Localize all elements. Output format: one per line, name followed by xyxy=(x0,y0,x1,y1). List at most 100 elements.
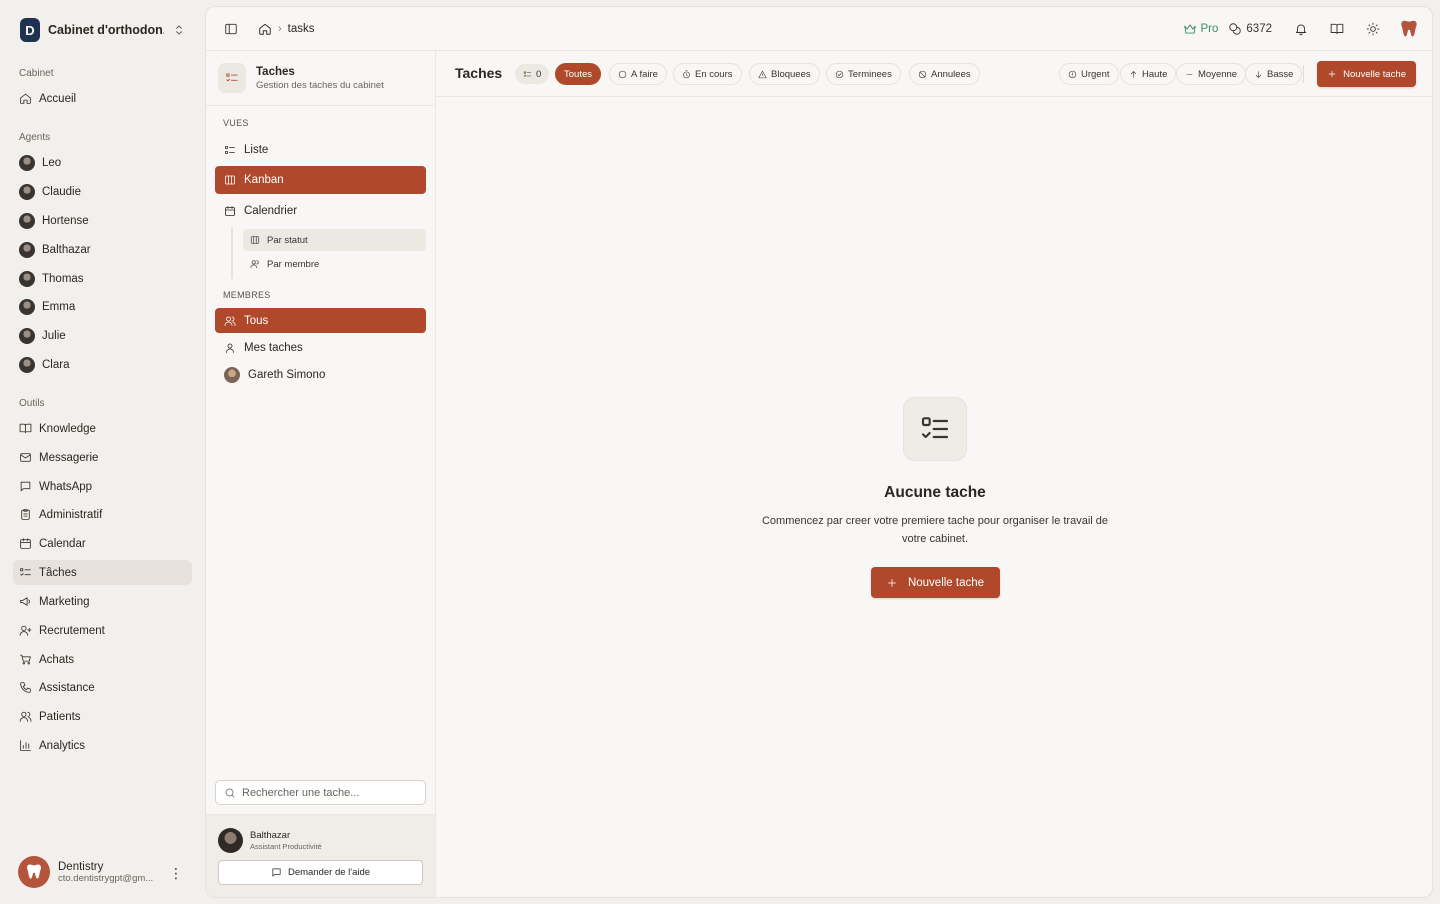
agent-item-julie[interactable]: Julie xyxy=(13,323,192,348)
ask-help-button[interactable]: Demander de l'aide xyxy=(218,860,423,885)
view-label: Kanban xyxy=(244,174,284,186)
list-icon xyxy=(225,146,235,154)
nav-item-calendar[interactable]: Calendar xyxy=(13,531,192,556)
more-vertical-icon[interactable]: ⋮ xyxy=(169,865,183,882)
nav-item-whatsapp[interactable]: WhatsApp xyxy=(13,474,192,499)
arrow-up-icon xyxy=(1130,70,1137,78)
filter-label: Haute xyxy=(1142,68,1168,80)
nav-item-analytics[interactable]: Analytics xyxy=(13,733,192,758)
task-count-badge: 0 xyxy=(515,64,550,84)
subview-par-statut[interactable]: Par statut xyxy=(243,229,426,251)
filter-toutes[interactable]: Toutes xyxy=(555,63,601,85)
priority-moyenne[interactable]: Moyenne xyxy=(1176,63,1247,85)
agent-item-balthazar[interactable]: Balthazar xyxy=(13,237,192,262)
new-task-button[interactable]: Nouvelle tache xyxy=(1317,61,1416,87)
search-icon xyxy=(225,788,235,797)
subview-par-membre[interactable]: Par membre xyxy=(243,253,426,275)
filter-bloquees[interactable]: Bloquees xyxy=(749,63,820,85)
home-icon[interactable] xyxy=(258,22,272,36)
user-name: Dentistry xyxy=(58,860,104,873)
assistant-role: Assistant Productivité xyxy=(250,842,322,851)
nav-item-label: Achats xyxy=(39,653,75,666)
chat-icon xyxy=(20,481,31,492)
empty-description: Commencez par creer votre premiere tache… xyxy=(761,515,1109,545)
view-label: Liste xyxy=(244,144,269,156)
agent-name: Leo xyxy=(42,156,62,169)
org-logo: D xyxy=(20,18,40,42)
nav-item-label: Administratif xyxy=(39,508,103,521)
bar-chart-icon xyxy=(20,740,31,751)
toggle-sidebar-button[interactable] xyxy=(218,16,244,42)
filter-label: Basse xyxy=(1267,68,1294,80)
tasks-icon xyxy=(20,568,31,576)
users-icon xyxy=(224,316,236,326)
member-tous[interactable]: Tous xyxy=(215,308,426,333)
view-calendrier[interactable]: Calendrier xyxy=(215,197,426,225)
filter-en-cours[interactable]: En cours xyxy=(673,63,742,85)
agent-item-leo[interactable]: Leo xyxy=(13,150,192,175)
nav-item-marketing[interactable]: Marketing xyxy=(13,589,192,614)
filter-a-faire[interactable]: A faire xyxy=(609,63,667,85)
filter-terminees[interactable]: Terminees xyxy=(826,63,901,85)
tasks-panel: Taches Gestion des taches du cabinet VUE… xyxy=(206,51,436,897)
nav-item-achats[interactable]: Achats xyxy=(13,647,192,672)
nav-item-recrutement[interactable]: Recrutement xyxy=(13,618,192,643)
member-mes-taches[interactable]: Mes taches xyxy=(215,335,426,360)
section-label-cabinet: Cabinet xyxy=(19,68,54,79)
member-label: Mes taches xyxy=(244,341,303,354)
theme-toggle-button[interactable] xyxy=(1360,16,1386,42)
ban-icon xyxy=(918,70,927,78)
nav-item-messagerie[interactable]: Messagerie xyxy=(13,445,192,470)
user-account-card[interactable]: Dentistry cto.dentistrygpt@gm... ⋮ xyxy=(18,855,193,889)
alert-triangle-icon xyxy=(758,70,767,78)
check-circle-icon xyxy=(835,70,844,78)
plus-icon xyxy=(888,578,896,587)
notifications-button[interactable] xyxy=(1288,16,1314,42)
timer-icon xyxy=(683,69,690,78)
app-logo-tooth-icon[interactable] xyxy=(1396,16,1422,42)
priority-haute[interactable]: Haute xyxy=(1120,63,1177,85)
user-plus-icon xyxy=(19,625,32,636)
search-input[interactable] xyxy=(242,786,412,799)
nav-item-accueil[interactable]: Accueil xyxy=(13,86,192,111)
docs-button[interactable] xyxy=(1324,16,1350,42)
agent-item-emma[interactable]: Emma xyxy=(13,294,192,319)
pro-badge[interactable]: Pro xyxy=(1183,22,1218,36)
nav-item-taches[interactable]: Tâches xyxy=(13,560,192,585)
alert-circle-icon xyxy=(1068,70,1077,78)
view-liste[interactable]: Liste xyxy=(215,136,426,164)
credits-counter[interactable]: 6372 xyxy=(1228,22,1272,36)
section-label-agents: Agents xyxy=(19,132,51,143)
avatar xyxy=(224,366,240,383)
user-avatar xyxy=(18,856,50,888)
avatar xyxy=(19,356,35,373)
agent-item-claudie[interactable]: Claudie xyxy=(13,179,192,204)
user-icon xyxy=(226,343,234,353)
plus-icon xyxy=(1328,70,1336,78)
nav-item-administratif[interactable]: Administratif xyxy=(13,502,192,527)
task-search[interactable] xyxy=(215,780,426,805)
filter-annulees[interactable]: Annulees xyxy=(909,63,980,85)
agent-item-thomas[interactable]: Thomas xyxy=(13,266,192,291)
priority-urgent[interactable]: Urgent xyxy=(1059,63,1119,85)
nav-item-patients[interactable]: Patients xyxy=(13,704,192,729)
breadcrumb-current: tasks xyxy=(287,22,315,35)
avatar xyxy=(19,154,35,171)
filter-label: Bloquees xyxy=(771,68,811,80)
empty-new-task-button[interactable]: Nouvelle tache xyxy=(870,567,1000,598)
agent-name: Hortense xyxy=(42,214,89,227)
priority-basse[interactable]: Basse xyxy=(1245,63,1303,85)
agent-item-clara[interactable]: Clara xyxy=(13,352,192,377)
kanban-icon xyxy=(225,175,235,185)
agent-name: Emma xyxy=(42,300,76,313)
nav-item-assistance[interactable]: Assistance xyxy=(13,675,192,700)
empty-title: Aucune tache xyxy=(884,484,986,501)
app-sidebar: D Cabinet d'orthodon... Cabinet Accueil … xyxy=(0,0,205,904)
nav-item-label: Recrutement xyxy=(39,624,105,637)
agent-item-hortense[interactable]: Hortense xyxy=(13,208,192,233)
member-gareth-simono[interactable]: Gareth Simono xyxy=(215,362,426,387)
org-switcher[interactable]: D Cabinet d'orthodon... xyxy=(12,14,192,46)
agent-name: Thomas xyxy=(42,272,84,285)
view-kanban[interactable]: Kanban xyxy=(215,166,426,194)
nav-item-knowledge[interactable]: Knowledge xyxy=(13,416,192,441)
